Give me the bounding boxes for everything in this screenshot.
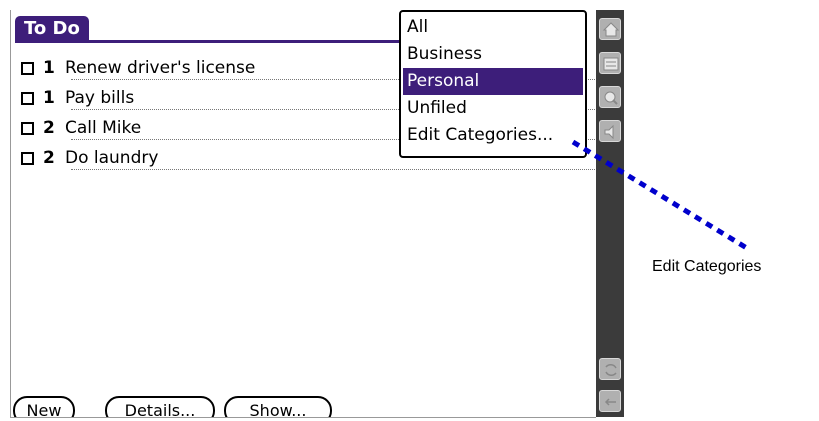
palm-device: To Do 1 Renew driver's license 1 Pay bil… <box>0 0 819 421</box>
callout-leader-line <box>571 139 752 253</box>
callout-label: Edit Categories <box>652 258 762 275</box>
